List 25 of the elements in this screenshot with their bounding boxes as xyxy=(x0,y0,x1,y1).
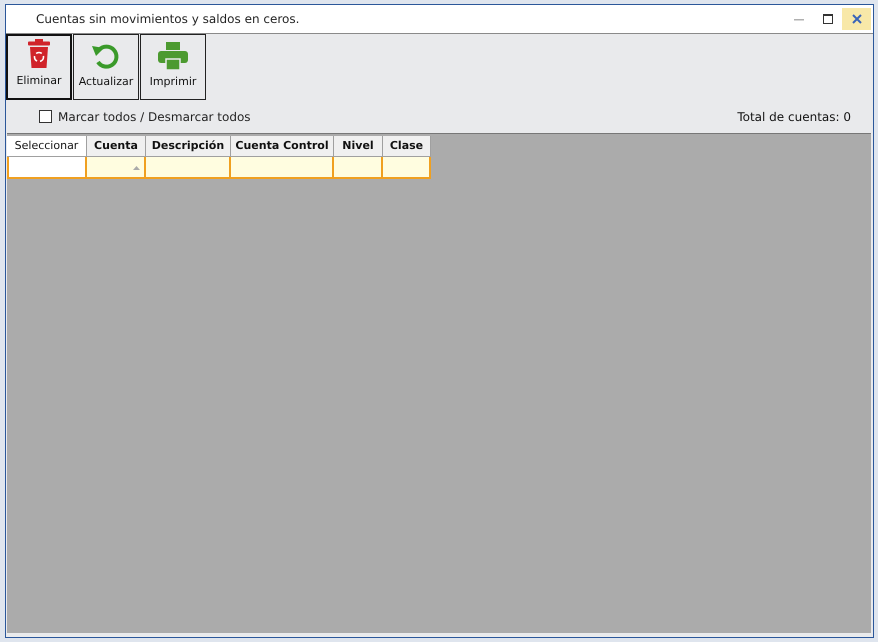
triangle-icon xyxy=(133,166,140,170)
close-button[interactable] xyxy=(842,8,871,30)
table-cell[interactable] xyxy=(146,156,231,176)
column-header[interactable]: Nivel xyxy=(334,136,383,156)
column-header[interactable]: Cuenta Control xyxy=(231,136,334,156)
window-title: Cuentas sin movimientos y saldos en ceros. xyxy=(35,12,300,26)
toolbar-button[interactable]: Actualizar xyxy=(73,34,139,100)
toolbar-button[interactable]: Eliminar xyxy=(6,34,72,100)
column-header[interactable]: Descripción xyxy=(146,136,231,156)
select-all-checkbox[interactable]: Marcar todos / Desmarcar todos xyxy=(39,110,251,124)
column-header[interactable]: Seleccionar xyxy=(7,136,87,156)
total-count-label: Total de cuentas: 0 xyxy=(737,110,851,124)
trash-icon xyxy=(27,39,51,69)
refresh-icon xyxy=(91,42,121,70)
table-cell[interactable] xyxy=(231,156,334,176)
toolbar-button[interactable]: Imprimir xyxy=(140,34,206,100)
column-header[interactable]: Clase xyxy=(383,136,431,156)
table-cell[interactable] xyxy=(87,156,146,176)
column-header[interactable]: Cuenta xyxy=(87,136,146,156)
table-cell[interactable] xyxy=(383,156,429,176)
printer-icon xyxy=(158,42,188,70)
table-cell[interactable] xyxy=(9,156,87,176)
close-icon xyxy=(850,13,862,25)
maximize-icon xyxy=(822,13,834,25)
table-cell[interactable] xyxy=(334,156,383,176)
